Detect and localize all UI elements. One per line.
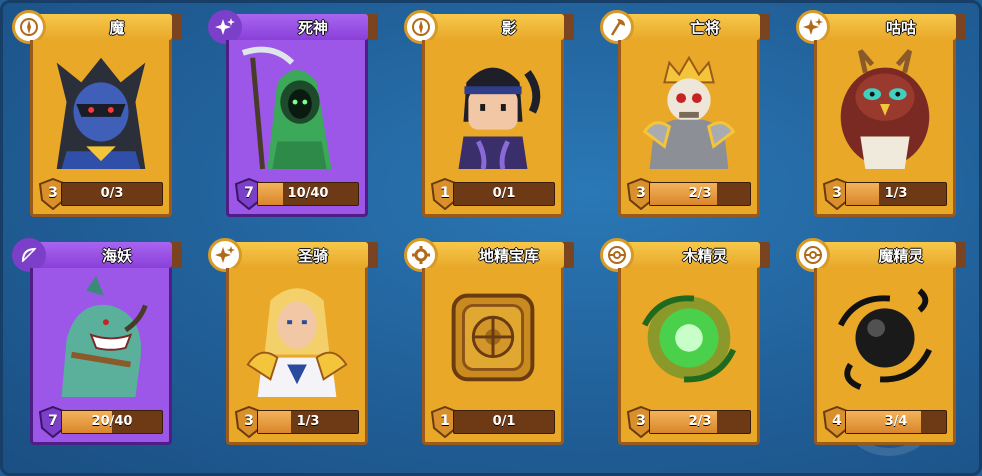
hero-card-gugu[interactable]: 咕咕 3 1/3: [796, 10, 972, 225]
compass-icon: [404, 10, 438, 44]
card-name: 影: [501, 19, 517, 37]
card-header: 影: [422, 14, 564, 40]
ninja-portrait: [429, 42, 557, 170]
axe-icon: [600, 10, 634, 44]
hero-card-mujingling[interactable]: 木精灵 3 2/3: [600, 238, 776, 453]
card-header: 亡将: [618, 14, 760, 40]
progress-text: 2/3: [688, 186, 712, 201]
progress-text: 3/4: [884, 414, 908, 429]
card-header: 死神: [226, 14, 368, 40]
card-name: 圣骑: [297, 247, 328, 265]
bow-icon: [12, 238, 46, 272]
card-header: 海妖: [30, 242, 172, 268]
green-orb-portrait: [625, 270, 753, 398]
card-progress-bar: 2/3: [649, 182, 751, 206]
sparkle-icon: [208, 10, 242, 44]
card-grid: 魔 3 0/3 死神 7 10/40 影 1 0/1 亡将 3 2/3 咕咕 3…: [12, 10, 966, 466]
card-name: 咕咕: [885, 19, 916, 37]
card-header: 地精宝库: [422, 242, 564, 268]
hero-card-haiyao[interactable]: 海妖 7 20/40: [12, 238, 188, 453]
card-header: 魔精灵: [814, 242, 956, 268]
orb-icon: [600, 238, 634, 272]
card-header: 咕咕: [814, 14, 956, 40]
progress-text: 2/3: [688, 414, 712, 429]
card-progress-bar: 10/40: [257, 182, 359, 206]
card-body: 3 1/3: [226, 268, 368, 445]
hero-card-dijingbaoku[interactable]: 地精宝库 1 0/1: [404, 238, 580, 453]
hero-card-mo[interactable]: 魔 3 0/3: [12, 10, 188, 225]
hero-card-wangjiang[interactable]: 亡将 3 2/3: [600, 10, 776, 225]
card-body: 3 2/3: [618, 268, 760, 445]
progress-text: 1/3: [884, 186, 908, 201]
card-progress-bar: 3/4: [845, 410, 947, 434]
hero-card-ying[interactable]: 影 1 0/1: [404, 10, 580, 225]
vault-portrait: [429, 270, 557, 398]
card-progress-bar: 0/3: [61, 182, 163, 206]
dark-orb-portrait: [821, 270, 949, 398]
progress-text: 0/1: [492, 414, 516, 429]
card-name: 魔精灵: [878, 247, 924, 265]
card-name: 魔: [109, 19, 125, 37]
card-progress-bar: 2/3: [649, 410, 751, 434]
card-body: 7 10/40: [226, 40, 368, 217]
card-header: 魔: [30, 14, 172, 40]
hero-card-mojingling[interactable]: 魔精灵 4 3/4: [796, 238, 972, 453]
card-name: 亡将: [689, 19, 720, 37]
orb-icon: [796, 238, 830, 272]
owl-portrait: [821, 42, 949, 170]
card-progress-bar: 1/3: [257, 410, 359, 434]
card-header: 木精灵: [618, 242, 760, 268]
card-progress-bar: 0/1: [453, 410, 555, 434]
progress-text: 0/3: [100, 186, 124, 201]
skeleton-king-portrait: [625, 42, 753, 170]
card-name: 死神: [297, 19, 328, 37]
card-body: 1 0/1: [422, 268, 564, 445]
reaper-portrait: [233, 42, 361, 170]
progress-text: 1/3: [296, 414, 320, 429]
card-name: 木精灵: [682, 247, 728, 265]
gear-icon: [404, 238, 438, 272]
sparkle-icon: [208, 238, 242, 272]
card-header: 圣骑: [226, 242, 368, 268]
card-body: 3 2/3: [618, 40, 760, 217]
shark-portrait: [37, 270, 165, 398]
progress-text: 10/40: [287, 186, 329, 201]
hero-card-sishen[interactable]: 死神 7 10/40: [208, 10, 384, 225]
progress-text: 0/1: [492, 186, 516, 201]
card-progress-bar: 0/1: [453, 182, 555, 206]
progress-text: 20/40: [91, 414, 133, 429]
dark-knight-portrait: [37, 42, 165, 170]
card-body: 4 3/4: [814, 268, 956, 445]
hero-card-shengqi[interactable]: 圣骑 3 1/3: [208, 238, 384, 453]
paladin-portrait: [233, 270, 361, 398]
card-body: 7 20/40: [30, 268, 172, 445]
compass-icon: [12, 10, 46, 44]
sparkle-icon: [796, 10, 830, 44]
card-progress-bar: 20/40: [61, 410, 163, 434]
card-progress-bar: 1/3: [845, 182, 947, 206]
card-name: 海妖: [101, 247, 132, 265]
card-body: 1 0/1: [422, 40, 564, 217]
card-name: 地精宝库: [478, 247, 539, 265]
card-body: 3 0/3: [30, 40, 172, 217]
card-body: 3 1/3: [814, 40, 956, 217]
